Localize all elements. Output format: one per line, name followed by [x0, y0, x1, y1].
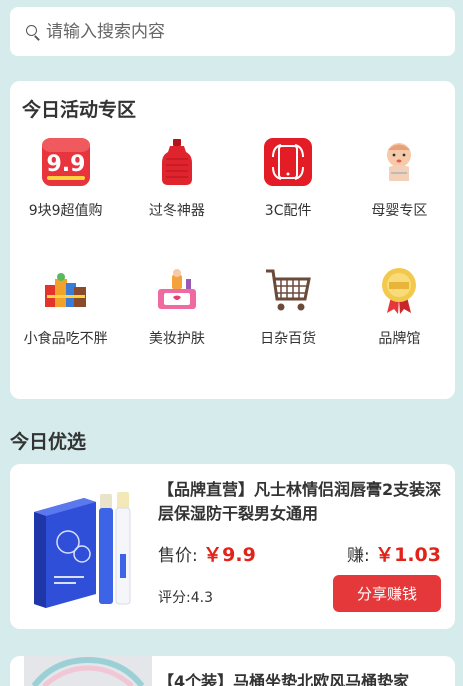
activity-item-brand[interactable]: 品牌馆	[344, 264, 455, 372]
activity-item-grocery[interactable]: 日杂百货	[233, 264, 344, 372]
product-card[interactable]: 【品牌直营】凡士林情侣润唇膏2支装深层保湿防干裂男女通用 售价: ￥9.9 赚:…	[10, 464, 455, 629]
baby-icon	[373, 136, 425, 188]
activity-item-label: 过冬神器	[148, 203, 205, 219]
activity-item-label: 小食品吃不胖	[23, 331, 108, 347]
activity-item-label: 9块9超值购	[28, 203, 103, 219]
search-bar[interactable]	[10, 7, 455, 56]
activity-item-winter[interactable]: 过冬神器	[121, 136, 232, 244]
activity-item-3c[interactable]: 3C配件	[233, 136, 344, 244]
product-image	[24, 656, 152, 686]
activity-grid: 9.9 9块9超值购 过冬神器 3C配件 母婴专区 小食品吃不胖 美妆护肤 日杂…	[10, 136, 455, 372]
svg-text:9.9: 9.9	[46, 152, 85, 177]
product-title[interactable]: 【4个装】马桶坐垫北欧风马桶垫家	[158, 670, 443, 686]
activity-item-label: 美妆护肤	[148, 331, 205, 347]
activity-panel: 今日活动专区 9.9 9块9超值购 过冬神器 3C配件 母婴专区 小食品吃不胖 …	[10, 81, 455, 399]
nine-nine-badge-icon: 9.9	[40, 136, 92, 188]
product-image	[24, 484, 152, 612]
product-earn: 赚: ￥1.03	[347, 540, 441, 567]
product-price: 售价: ￥9.9	[158, 540, 256, 567]
product-card[interactable]: 【4个装】马桶坐垫北欧风马桶垫家	[10, 656, 455, 686]
cosmetics-icon	[151, 264, 203, 316]
price-value: ￥9.9	[203, 544, 256, 566]
activity-item-label: 3C配件	[264, 203, 312, 219]
phone-accessory-icon	[262, 136, 314, 188]
activity-item-baby[interactable]: 母婴专区	[344, 136, 455, 244]
share-earn-button[interactable]: 分享赚钱	[333, 575, 441, 612]
search-icon	[24, 23, 42, 41]
activity-item-snacks[interactable]: 小食品吃不胖	[10, 264, 121, 372]
activity-item-nine-nine[interactable]: 9.9 9块9超值购	[10, 136, 121, 244]
snacks-icon	[40, 264, 92, 316]
shopping-cart-icon	[262, 264, 314, 316]
search-input[interactable]	[46, 21, 426, 42]
activity-item-label: 日杂百货	[260, 331, 317, 347]
activity-title: 今日活动专区	[22, 99, 137, 121]
product-title[interactable]: 【品牌直营】凡士林情侣润唇膏2支装深层保湿防干裂男女通用	[158, 478, 443, 526]
rating-label: 评分:	[158, 590, 191, 606]
rating-value: 4.3	[190, 590, 213, 606]
product-rating: 评分:4.3	[158, 587, 213, 607]
earn-value: ￥1.03	[375, 544, 441, 566]
section-title: 今日优选	[10, 431, 87, 453]
earn-label: 赚:	[346, 546, 370, 566]
price-label: 售价:	[158, 546, 198, 566]
activity-item-label: 品牌馆	[378, 331, 421, 347]
activity-item-label: 母婴专区	[371, 203, 428, 219]
brand-badge-icon	[373, 264, 425, 316]
activity-item-cosmetics[interactable]: 美妆护肤	[121, 264, 232, 372]
hot-water-bottle-icon	[151, 136, 203, 188]
